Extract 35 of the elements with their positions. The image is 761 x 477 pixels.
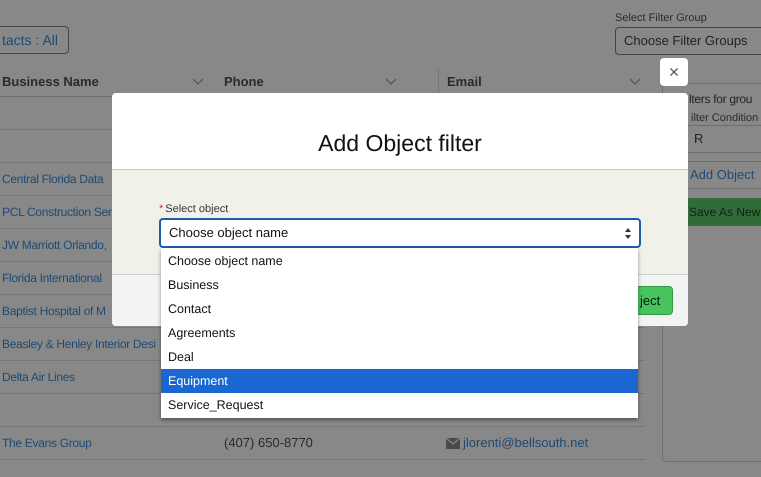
dropdown-option[interactable]: Business [161,273,638,297]
dropdown-option[interactable]: Deal [161,345,638,369]
chevron-down-icon[interactable] [192,78,204,86]
close-button[interactable]: × [660,58,688,86]
business-link[interactable]: Central Florida Data [2,172,104,186]
business-link[interactable]: JW Marriott Orlando, [2,238,107,252]
field-label: Select Filter Group [615,11,708,26]
business-link[interactable]: PCL Construction Ser [2,205,112,220]
business-link[interactable]: The Evans Group [2,436,92,450]
sort-arrows-icon [625,228,631,238]
business-link[interactable]: Beasley & Henley Interior Desi [2,337,156,352]
filter-group-select[interactable]: Choose Filter Groups [615,27,761,55]
business-link[interactable]: Florida International [2,271,102,286]
required-mark: * [159,202,164,217]
column-header: Business Name [2,73,99,92]
dropdown-option[interactable]: Equipment [161,369,638,393]
filter-button[interactable]: tacts : All [0,26,70,54]
modal-title: Add Object filter [318,129,482,158]
column-header: Email [447,73,482,92]
dropdown-option[interactable]: Service_Request [161,393,638,417]
business-link[interactable]: Delta Air Lines [2,370,75,384]
field-label: ilter Condition [690,111,760,125]
dropdown-option[interactable]: Agreements [161,321,638,345]
table-cell: (407) 650-8770 [224,435,313,450]
chevron-down-icon[interactable] [385,78,397,86]
chevron-down-icon[interactable] [629,78,641,86]
email-link[interactable]: jlorenti@bellsouth.net [463,433,588,453]
dropdown-option[interactable]: Contact [161,297,638,321]
panel-title: lters for grou [688,91,754,108]
object-select[interactable]: Choose object name [159,218,641,248]
business-link[interactable]: Baptist Hospital of M [2,304,106,318]
dropdown-option[interactable]: Choose object name [161,249,638,273]
column-header: Phone [224,73,264,92]
envelope-icon [446,438,460,448]
field-label: Select object [165,202,228,217]
